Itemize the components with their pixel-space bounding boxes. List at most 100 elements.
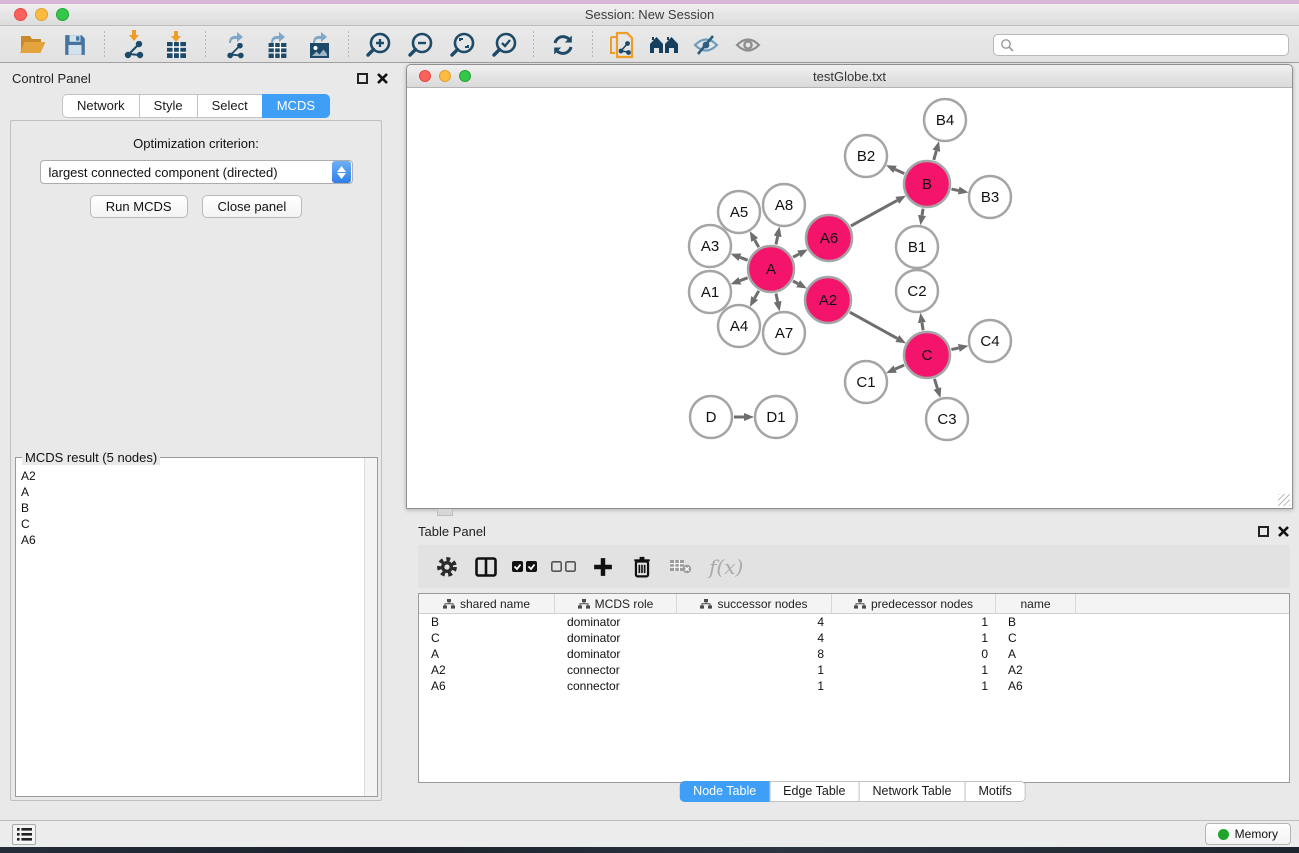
edge-B-B1[interactable] (922, 209, 923, 216)
export-image-icon[interactable] (302, 30, 336, 60)
window-resize-grip[interactable] (1278, 494, 1290, 506)
edge-A-A4[interactable] (755, 291, 759, 298)
new-network-from-selection-icon[interactable] (605, 30, 639, 60)
zoom-in-icon[interactable] (361, 30, 395, 60)
table-row[interactable]: A6connector11A6 (419, 678, 1289, 694)
node-table[interactable]: shared nameMCDS rolesuccessor nodesprede… (418, 593, 1290, 783)
edge-B-B3[interactable] (951, 189, 958, 190)
network-graph[interactable]: B4B2BB3A8A5A6A3B1AA1C2A2A4A7C4CC1C3DD1 (407, 88, 1292, 508)
hide-selected-eye-slash-icon[interactable] (689, 30, 723, 60)
node-D1[interactable]: D1 (755, 396, 797, 438)
column-header-shared-name[interactable]: shared name (419, 594, 555, 614)
column-header-predecessor-nodes[interactable]: predecessor nodes (832, 594, 996, 614)
node-B2[interactable]: B2 (845, 135, 887, 177)
tab-style[interactable]: Style (139, 94, 197, 118)
edge-A-A7[interactable] (776, 293, 778, 301)
node-A5[interactable]: A5 (718, 191, 760, 233)
add-icon[interactable] (590, 554, 616, 580)
import-table-icon[interactable] (159, 30, 193, 60)
table-row[interactable]: Adominator80A (419, 646, 1289, 662)
node-B[interactable]: B (904, 161, 950, 207)
node-A8[interactable]: A8 (763, 184, 805, 226)
node-C4[interactable]: C4 (969, 320, 1011, 362)
edge-A-A1[interactable] (740, 278, 748, 281)
node-D[interactable]: D (690, 396, 732, 438)
close-table-panel-icon[interactable] (1277, 525, 1290, 538)
edge-C-C4[interactable] (951, 348, 958, 350)
edge-A-A5[interactable] (755, 240, 759, 247)
float-table-panel-icon[interactable] (1258, 526, 1269, 537)
node-C2[interactable]: C2 (896, 270, 938, 312)
close-panel-button[interactable]: Close panel (202, 195, 303, 218)
result-item[interactable]: A (21, 484, 363, 500)
zoom-out-icon[interactable] (403, 30, 437, 60)
search-field[interactable] (993, 34, 1289, 56)
node-C[interactable]: C (904, 332, 950, 378)
node-C3[interactable]: C3 (926, 398, 968, 440)
edge-A-A8[interactable] (776, 236, 778, 244)
close-panel-icon[interactable] (376, 72, 389, 85)
edge-A-A3[interactable] (740, 257, 748, 260)
edge-B-B4[interactable] (934, 151, 937, 160)
save-session-icon[interactable] (58, 30, 92, 60)
node-A2[interactable]: A2 (805, 277, 851, 323)
table-row[interactable]: Bdominator41B (419, 614, 1289, 630)
node-A1[interactable]: A1 (689, 271, 731, 313)
node-A3[interactable]: A3 (689, 225, 731, 267)
double-home-icon[interactable] (647, 30, 681, 60)
deselect-all-checkboxes-icon[interactable] (551, 554, 577, 580)
node-A4[interactable]: A4 (718, 305, 760, 347)
network-window-titlebar[interactable]: testGlobe.txt (407, 65, 1292, 88)
search-input[interactable] (1014, 38, 1288, 52)
edge-C-C1[interactable] (895, 365, 904, 369)
delete-table-icon[interactable] (668, 554, 694, 580)
edge-A-A6[interactable] (793, 254, 799, 257)
open-session-icon[interactable] (16, 30, 50, 60)
zoom-fit-icon[interactable] (445, 30, 479, 60)
task-history-button[interactable] (12, 824, 36, 845)
float-panel-icon[interactable] (357, 73, 368, 84)
tab-network[interactable]: Network (62, 94, 139, 118)
mcds-result-list[interactable]: A2ABCA6 (17, 464, 363, 795)
column-layout-icon[interactable] (473, 554, 499, 580)
table-row[interactable]: A2connector11A2 (419, 662, 1289, 678)
refresh-icon[interactable] (546, 30, 580, 60)
trash-icon[interactable] (629, 554, 655, 580)
result-item[interactable]: C (21, 516, 363, 532)
split-pane-handle[interactable] (437, 509, 453, 516)
tab-mcds[interactable]: MCDS (262, 94, 330, 118)
node-C1[interactable]: C1 (845, 361, 887, 403)
network-canvas[interactable]: B4B2BB3A8A5A6A3B1AA1C2A2A4A7C4CC1C3DD1 (407, 88, 1292, 508)
optimization-criterion-select[interactable]: largest connected component (directed) (40, 160, 353, 184)
export-table-icon[interactable] (260, 30, 294, 60)
node-A7[interactable]: A7 (763, 312, 805, 354)
import-network-icon[interactable] (117, 30, 151, 60)
result-scrollbar[interactable] (364, 458, 377, 796)
edge-A6-B[interactable] (851, 200, 897, 226)
node-A6[interactable]: A6 (806, 215, 852, 261)
function-builder-icon[interactable]: f(x) (709, 555, 743, 579)
node-B3[interactable]: B3 (969, 176, 1011, 218)
memory-button[interactable]: Memory (1205, 823, 1291, 845)
edge-B-B2[interactable] (895, 169, 904, 173)
export-network-icon[interactable] (218, 30, 252, 60)
column-header-name[interactable]: name (996, 594, 1076, 614)
tab-network-table[interactable]: Network Table (859, 781, 965, 802)
node-B1[interactable]: B1 (896, 226, 938, 268)
show-all-eye-icon[interactable] (731, 30, 765, 60)
select-all-checkboxes-icon[interactable] (512, 554, 538, 580)
result-item[interactable]: A2 (21, 468, 363, 484)
tab-select[interactable]: Select (197, 94, 262, 118)
edge-A-A2[interactable] (793, 281, 798, 284)
node-A[interactable]: A (748, 246, 794, 292)
edge-C-C2[interactable] (922, 323, 923, 331)
run-mcds-button[interactable]: Run MCDS (90, 195, 188, 218)
table-row[interactable]: Cdominator41C (419, 630, 1289, 646)
column-header-MCDS-role[interactable]: MCDS role (555, 594, 677, 614)
gear-icon[interactable] (434, 554, 460, 580)
tab-edge-table[interactable]: Edge Table (769, 781, 858, 802)
result-item[interactable]: B (21, 500, 363, 516)
zoom-selected-icon[interactable] (487, 30, 521, 60)
edge-C-C3[interactable] (934, 379, 937, 389)
result-item[interactable]: A6 (21, 532, 363, 548)
